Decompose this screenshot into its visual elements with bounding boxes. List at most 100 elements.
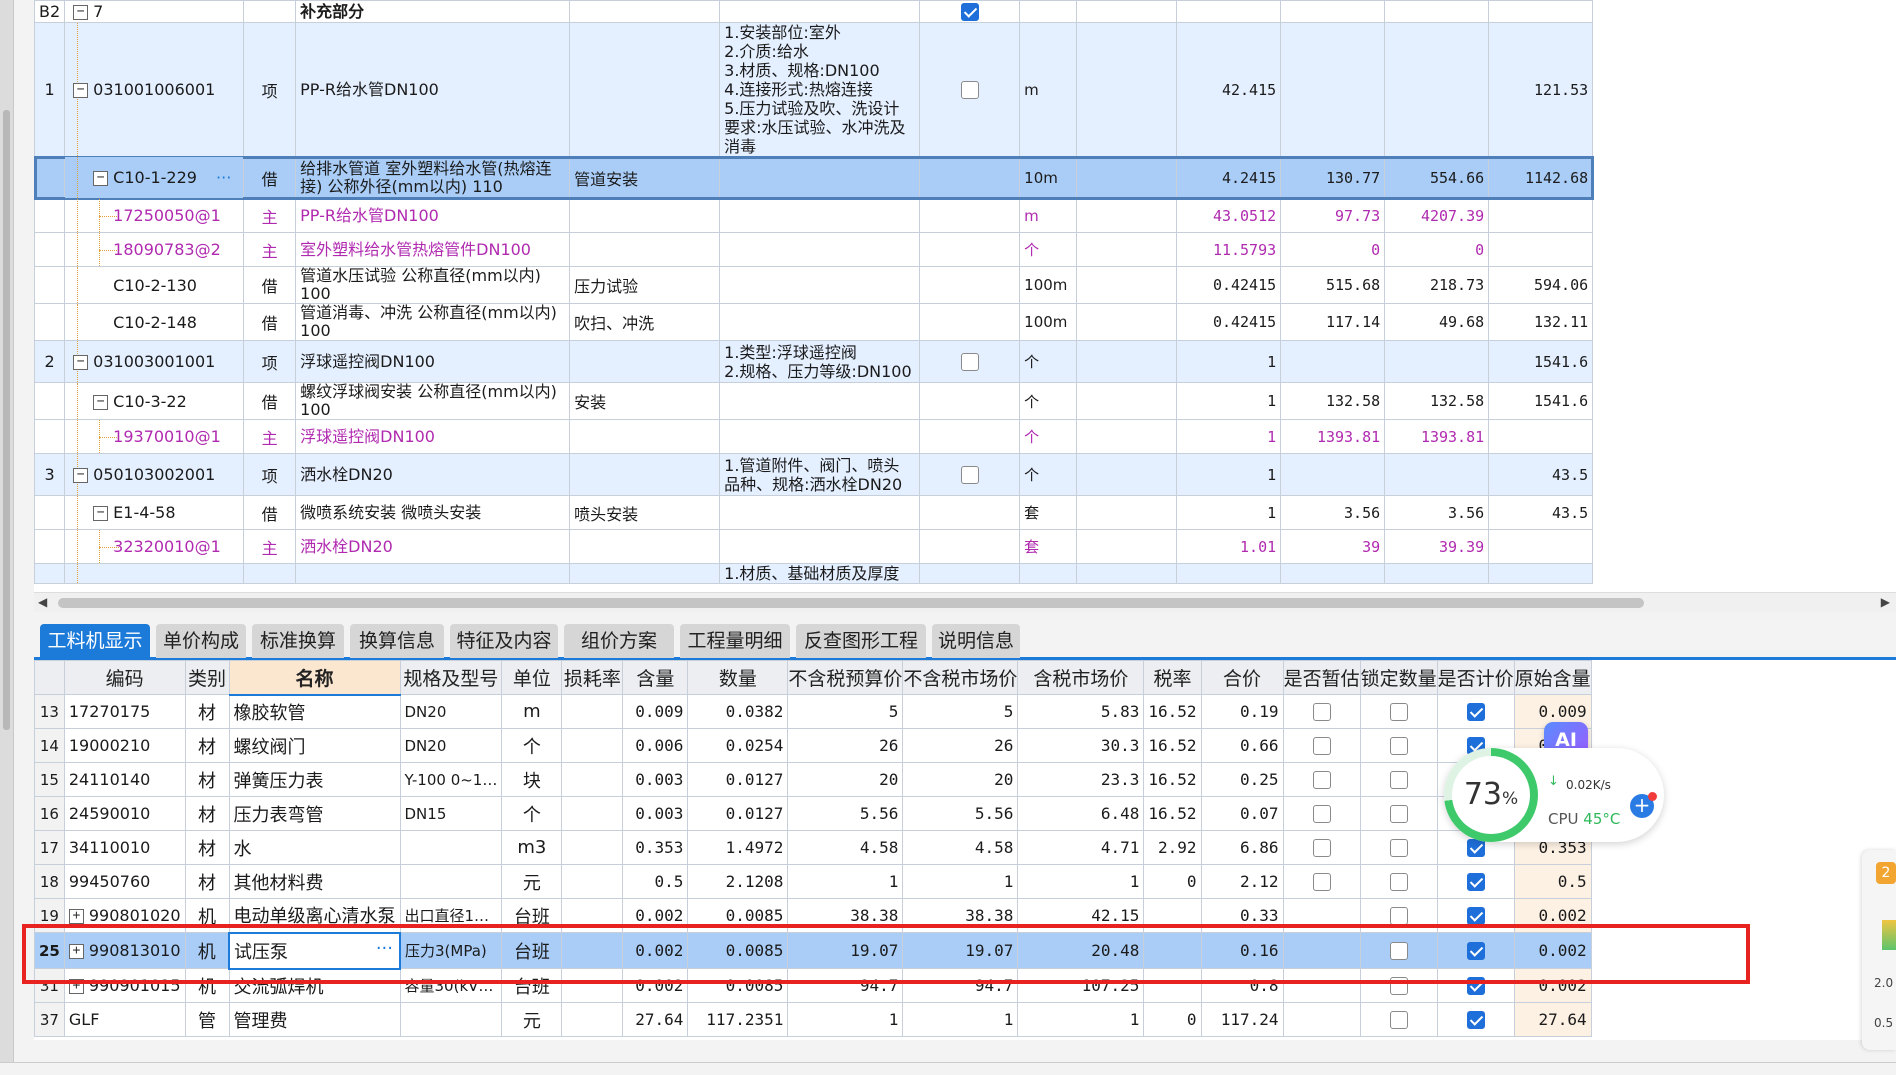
column-header[interactable]: 不含税市场价 bbox=[902, 660, 1019, 695]
priced-checkbox[interactable] bbox=[1466, 907, 1485, 925]
original-content[interactable]: 0.002 bbox=[1513, 932, 1592, 969]
expand-icon[interactable]: + bbox=[68, 979, 84, 994]
code-cell[interactable]: −031003001001 bbox=[64, 340, 245, 383]
loss-rate[interactable] bbox=[561, 1002, 624, 1037]
unit-price[interactable] bbox=[1280, 340, 1386, 383]
sum-price[interactable]: 0.07 bbox=[1200, 796, 1284, 831]
work-content[interactable]: 管道安装 bbox=[569, 156, 721, 199]
composite-sum[interactable] bbox=[1488, 563, 1594, 584]
row-index[interactable]: 13 bbox=[34, 694, 65, 729]
tab-3[interactable]: 换算信息 bbox=[350, 624, 444, 658]
list-item-row[interactable]: 1−031001006001 项 PP-R给水管DN100 1.安装部位:室外 2.介… bbox=[34, 22, 1594, 157]
row-index[interactable] bbox=[34, 495, 66, 530]
pretax-budget-price[interactable]: 26 bbox=[787, 728, 904, 763]
tax-rate[interactable]: 16.52 bbox=[1143, 728, 1202, 763]
collapse-icon[interactable]: − bbox=[73, 5, 89, 20]
column-header[interactable]: 税率 bbox=[1143, 660, 1202, 695]
code-cell[interactable]: C10-2-130 bbox=[64, 266, 245, 304]
item-type[interactable]: 项 bbox=[243, 453, 297, 496]
tax-rate[interactable]: 2.92 bbox=[1143, 830, 1202, 865]
row-index[interactable] bbox=[34, 198, 66, 233]
pretax-budget-price[interactable]: 1 bbox=[787, 1002, 904, 1037]
content[interactable]: 0.009 bbox=[622, 694, 689, 729]
composite-sum[interactable] bbox=[1488, 529, 1594, 564]
code-cell[interactable]: − E1-4-58 bbox=[64, 495, 245, 530]
tax-rate[interactable]: 16.52 bbox=[1143, 762, 1202, 797]
quantity[interactable]: 11.5793 bbox=[1176, 232, 1282, 267]
work-content[interactable]: 安装 bbox=[569, 382, 721, 420]
pretax-budget-price[interactable]: 5 bbox=[787, 694, 904, 729]
work-content[interactable] bbox=[569, 232, 721, 267]
total-price[interactable] bbox=[1384, 340, 1490, 383]
row-index[interactable] bbox=[34, 232, 66, 267]
pretax-market-price[interactable]: 1 bbox=[902, 1002, 1019, 1037]
column-header[interactable]: 原始含量 bbox=[1513, 660, 1592, 695]
item-name[interactable]: 洒水栓DN20 bbox=[295, 529, 571, 564]
lock-checkbox[interactable] bbox=[1389, 703, 1408, 721]
pretax-market-price[interactable]: 5.56 bbox=[902, 796, 1019, 831]
item-features[interactable]: 1.类型:浮球遥控阀 2.规格、压力等级:DN100 bbox=[719, 340, 921, 383]
empty-column[interactable] bbox=[1076, 0, 1178, 23]
main-material-row[interactable]: 17250050@1 主 PP-R给水管DN100 m 43.0512 97.73 4207… bbox=[34, 198, 1594, 233]
total-price[interactable]: 1393.81 bbox=[1384, 419, 1490, 454]
unit-price[interactable] bbox=[1280, 453, 1386, 496]
empty-column[interactable] bbox=[1076, 156, 1178, 199]
empty-column[interactable] bbox=[1076, 22, 1178, 157]
collapse-icon[interactable]: − bbox=[73, 468, 89, 483]
row-index[interactable]: 19 bbox=[34, 898, 65, 933]
quantity[interactable]: 0.0254 bbox=[687, 728, 789, 763]
quantity[interactable]: 2.1208 bbox=[687, 864, 789, 899]
spec[interactable]: 压力3(MPa) bbox=[399, 932, 503, 969]
row-index[interactable]: 17 bbox=[34, 830, 65, 865]
resource-code[interactable]: 17270175 bbox=[63, 694, 186, 729]
unit-price[interactable]: 0 bbox=[1280, 232, 1386, 267]
unit[interactable] bbox=[1019, 563, 1078, 584]
horizontal-scrollbar[interactable]: ◀ ▶ bbox=[34, 592, 1896, 612]
tab-5[interactable]: 组价方案 bbox=[564, 624, 674, 658]
resource-row[interactable]: 19 +990801020 机电动单级离心清水泵 出口直径1… 台班 0.002 0.008… bbox=[34, 898, 1592, 933]
system-monitor-widget[interactable]: 73% ↓ 0.02K/s CPU 45°C + bbox=[1444, 748, 1664, 842]
expand-icon[interactable]: + bbox=[68, 909, 84, 924]
est-checkbox[interactable] bbox=[1312, 839, 1331, 857]
code-cell[interactable]: −7 bbox=[64, 0, 245, 23]
row-index[interactable] bbox=[34, 303, 66, 341]
unit[interactable]: m bbox=[1019, 22, 1078, 157]
row-index[interactable] bbox=[34, 563, 66, 584]
pretax-budget-price[interactable]: 1 bbox=[787, 864, 904, 899]
sum-price[interactable]: 0.25 bbox=[1200, 762, 1284, 797]
pretax-market-price[interactable]: 4.58 bbox=[902, 830, 1019, 865]
calc-checkbox-cell[interactable] bbox=[919, 303, 1021, 341]
unit[interactable]: 个 bbox=[1019, 419, 1078, 454]
lock-checkbox[interactable] bbox=[1389, 907, 1408, 925]
est-checkbox-cell[interactable] bbox=[1282, 762, 1361, 797]
taxed-market-price[interactable]: 5.83 bbox=[1017, 694, 1145, 729]
tax-rate[interactable] bbox=[1143, 968, 1202, 1003]
category[interactable]: 材 bbox=[184, 864, 230, 899]
item-type[interactable] bbox=[243, 563, 297, 584]
unit[interactable]: 元 bbox=[501, 1002, 563, 1037]
unit[interactable]: 块 bbox=[501, 762, 563, 797]
est-checkbox-cell[interactable] bbox=[1282, 898, 1361, 933]
pretax-budget-price[interactable]: 19.07 bbox=[787, 932, 904, 969]
collapse-icon[interactable]: − bbox=[73, 83, 89, 98]
unit[interactable]: 个 bbox=[1019, 453, 1078, 496]
taxed-market-price[interactable]: 1 bbox=[1017, 864, 1145, 899]
empty-column[interactable] bbox=[1076, 340, 1178, 383]
lock-checkbox[interactable] bbox=[1389, 942, 1408, 960]
lock-checkbox-cell[interactable] bbox=[1359, 968, 1438, 1003]
resource-row[interactable]: 31 +990901015 机交流弧焊机 容量30(kV… 台班 0.002 0.0085 9… bbox=[34, 968, 1592, 1003]
column-header[interactable]: 单位 bbox=[501, 660, 563, 695]
quantity[interactable]: 43.0512 bbox=[1176, 198, 1282, 233]
column-header[interactable]: 数量 bbox=[687, 660, 789, 695]
total-price[interactable]: 39.39 bbox=[1384, 529, 1490, 564]
content[interactable]: 0.003 bbox=[622, 796, 689, 831]
bill-of-quantities-grid[interactable]: B2−7 补充部分 1−031001006001 项 PP-R给水管DN100 1.安装部… bbox=[34, 0, 1896, 592]
column-header[interactable]: 编码 bbox=[63, 660, 186, 695]
vertical-scrollbar-thumb[interactable] bbox=[3, 110, 10, 730]
tab-6[interactable]: 工程量明细 bbox=[680, 624, 790, 658]
checkbox[interactable] bbox=[960, 3, 979, 22]
resource-row[interactable]: 15 24110140 材弹簧压力表 Y-100 0~1… 块 0.003 0.0127 20… bbox=[34, 762, 1592, 797]
more-options-icon[interactable]: ··· bbox=[376, 938, 393, 959]
quantity[interactable]: 0.0085 bbox=[687, 898, 789, 933]
pretax-market-price[interactable]: 38.38 bbox=[902, 898, 1019, 933]
